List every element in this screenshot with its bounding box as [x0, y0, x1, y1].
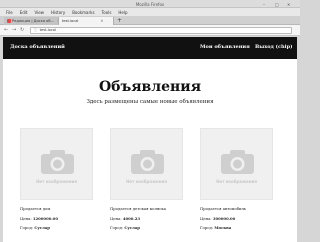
- city-value: Суслар: [34, 225, 50, 230]
- price-value: 4000.23: [122, 216, 141, 221]
- listing-price: Цена: 1200000.00: [20, 216, 93, 221]
- listing-image[interactable]: Нет изображения: [20, 128, 93, 200]
- price-value: 1200000.00: [32, 216, 58, 221]
- listing-image[interactable]: Нет изображения: [200, 128, 273, 200]
- listing-city: Город: Суслар: [20, 225, 93, 230]
- navigation-bar: ← → ↻ ⓘ test.local: [0, 25, 300, 36]
- listing-image[interactable]: Нет изображения: [110, 128, 183, 200]
- listing-price: Цена: 4000.23: [110, 216, 183, 221]
- forward-icon[interactable]: →: [12, 27, 16, 34]
- camera-icon: [41, 150, 74, 174]
- no-image-label: Нет изображения: [126, 179, 167, 184]
- url-text: test.local: [39, 28, 57, 32]
- listing-card[interactable]: Нет изображения Продается дом Цена: 1200…: [20, 128, 93, 230]
- brand-link[interactable]: Доска объявлений: [10, 44, 65, 50]
- site-navbar: Доска объявлений Мои объявления Выход (c…: [3, 37, 297, 59]
- new-tab-icon[interactable]: +: [117, 17, 122, 25]
- url-bar[interactable]: ⓘ test.local: [30, 27, 292, 34]
- page-subtitle: Здесь размещены самые новые объявления: [86, 99, 214, 105]
- camera-icon: [131, 150, 164, 174]
- price-label: Цена:: [110, 216, 122, 221]
- favicon-icon: [7, 19, 11, 23]
- menu-bookmarks[interactable]: Bookmarks: [72, 10, 94, 15]
- site-info-icon[interactable]: ⓘ: [34, 28, 38, 32]
- city-label: Город:: [110, 225, 124, 230]
- listing-title[interactable]: Продается детская коляска: [110, 206, 183, 211]
- no-image-label: Нет изображения: [216, 179, 257, 184]
- page-title: Объявления: [98, 79, 202, 95]
- listing-title[interactable]: Продается автомобиль: [200, 206, 273, 211]
- menu-tools[interactable]: Tools: [102, 10, 112, 15]
- close-window-icon[interactable]: ✕: [287, 2, 290, 7]
- tab-active[interactable]: test.local ✕: [58, 17, 114, 25]
- no-image-label: Нет изображения: [36, 179, 77, 184]
- price-value: 300000.00: [212, 216, 236, 221]
- menu-file[interactable]: File: [6, 10, 13, 15]
- back-icon[interactable]: ←: [4, 27, 8, 34]
- city-label: Город:: [20, 225, 34, 230]
- city-label: Город:: [200, 225, 214, 230]
- page-viewport: Доска объявлений Мои объявления Выход (c…: [3, 37, 297, 242]
- menu-edit[interactable]: Edit: [20, 10, 28, 15]
- listing-city: Город: Москва: [200, 225, 273, 230]
- close-tab-icon[interactable]: ✕: [100, 19, 103, 23]
- tab-label: Редакция | Доска об...: [12, 19, 55, 23]
- tab-label: test.local: [62, 19, 79, 23]
- my-listings-link[interactable]: Мои объявления: [200, 44, 250, 50]
- listing-title[interactable]: Продается дом: [20, 206, 93, 211]
- menu-history[interactable]: History: [51, 10, 65, 15]
- city-value: Суслар: [124, 225, 140, 230]
- price-label: Цена:: [200, 216, 212, 221]
- city-value: Москва: [214, 225, 232, 230]
- window-titlebar: Mozilla Firefox – □ ✕: [0, 0, 300, 8]
- price-label: Цена:: [20, 216, 32, 221]
- menu-help[interactable]: Help: [118, 10, 127, 15]
- logout-link[interactable]: Выход (chip): [255, 44, 292, 50]
- listing-city: Город: Суслар: [110, 225, 183, 230]
- listing-card[interactable]: Нет изображения Продается детская коляск…: [110, 128, 183, 230]
- camera-icon: [221, 150, 254, 174]
- minimize-icon[interactable]: –: [263, 2, 265, 7]
- tab-inactive[interactable]: Редакция | Доска об...✕: [4, 17, 58, 25]
- maximize-icon[interactable]: □: [275, 2, 279, 7]
- menu-view[interactable]: View: [34, 10, 44, 15]
- window-title: Mozilla Firefox: [135, 1, 165, 7]
- tab-bar: Редакция | Доска об...✕ test.local ✕ +: [0, 16, 300, 25]
- reload-icon[interactable]: ↻: [20, 27, 24, 34]
- listing-price: Цена: 300000.00: [200, 216, 273, 221]
- listing-card[interactable]: Нет изображения Продается автомобиль Цен…: [200, 128, 273, 230]
- menu-bar: File Edit View History Bookmarks Tools H…: [0, 8, 300, 16]
